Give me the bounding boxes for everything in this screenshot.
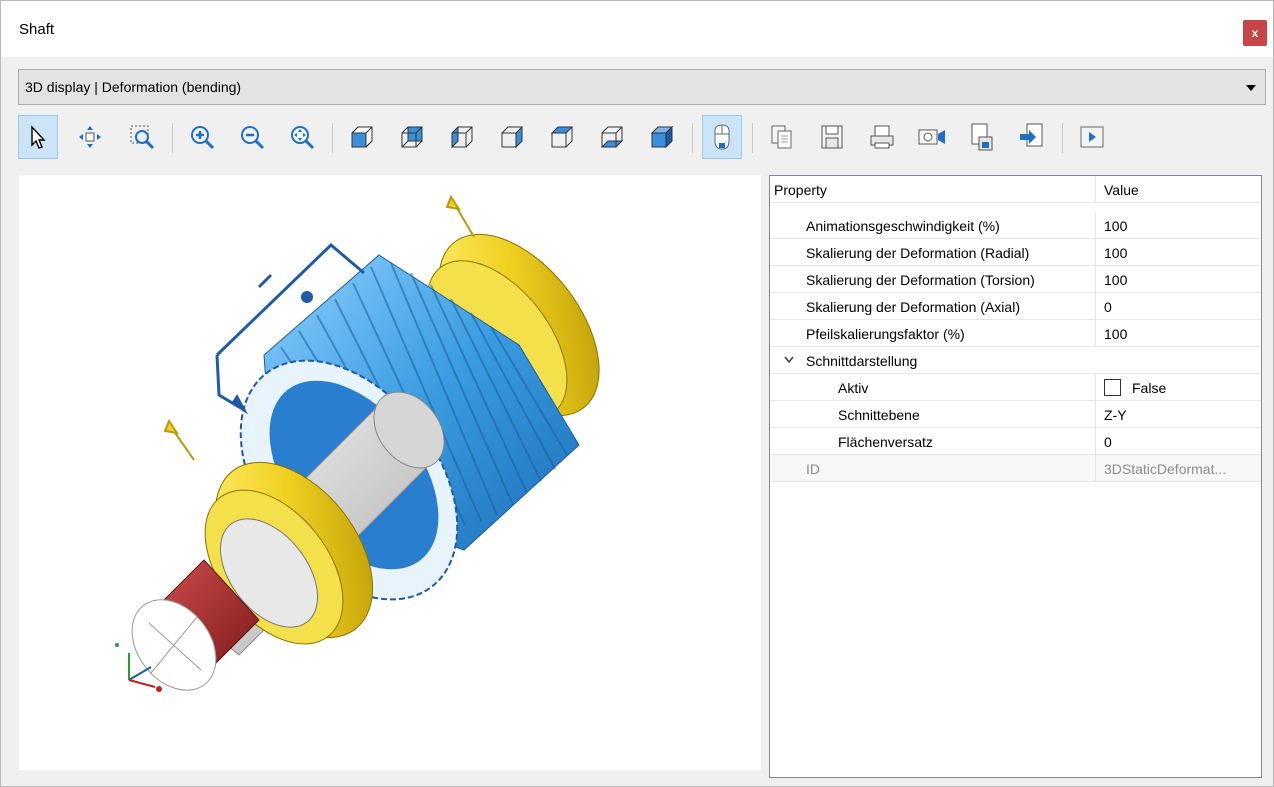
property-value: 3DStaticDeformat... <box>1104 461 1227 477</box>
view-right-button[interactable] <box>492 115 532 159</box>
property-value[interactable]: 0 <box>1104 299 1112 315</box>
aktiv-checkbox[interactable] <box>1104 379 1121 396</box>
view-cube-front-icon <box>351 126 373 148</box>
chevron-down-icon[interactable] <box>784 356 794 364</box>
view-cube-left-icon <box>451 125 473 149</box>
view-cube-iso-icon <box>650 125 674 149</box>
save-icon <box>821 125 843 149</box>
play-button[interactable] <box>1072 115 1112 159</box>
video-record-icon <box>918 129 945 145</box>
property-grid-header: Property Value <box>770 176 1261 203</box>
export-icon <box>971 123 993 151</box>
property-row[interactable]: Pfeilskalierungsfaktor (%) 100 <box>770 320 1261 347</box>
property-row[interactable]: Skalierung der Deformation (Radial) 100 <box>770 239 1261 266</box>
toolbar-separator <box>332 123 333 153</box>
property-name: Skalierung der Deformation (Torsion) <box>806 272 1035 288</box>
view-cube-bottom-icon <box>600 126 624 148</box>
close-button[interactable]: x <box>1243 20 1267 46</box>
property-row[interactable]: Flächenversatz 0 <box>770 428 1261 455</box>
property-group-name: Schnittdarstellung <box>806 353 918 369</box>
display-mode-select[interactable]: 3D display | Deformation (bending) <box>18 69 1266 105</box>
property-value: False <box>1132 380 1167 396</box>
column-header-property: Property <box>774 182 827 198</box>
view-bottom-button[interactable] <box>592 115 632 159</box>
copy-button[interactable] <box>762 115 802 159</box>
property-value[interactable]: 100 <box>1104 272 1127 288</box>
view-left-button[interactable] <box>442 115 482 159</box>
zoom-window-icon <box>130 125 155 150</box>
property-name: Pfeilskalierungsfaktor (%) <box>806 326 965 342</box>
property-row-id[interactable]: ID 3DStaticDeformat... <box>770 455 1261 482</box>
toolbar <box>18 115 1108 161</box>
video-record-button[interactable] <box>912 115 952 159</box>
zoom-in-button[interactable] <box>182 115 222 159</box>
mouse-mode-button[interactable] <box>702 115 742 159</box>
view-iso-button[interactable] <box>642 115 682 159</box>
property-value[interactable]: 100 <box>1104 218 1127 234</box>
property-name: Aktiv <box>838 380 869 396</box>
view-front-button[interactable] <box>342 115 382 159</box>
play-icon <box>1080 126 1104 148</box>
print-button[interactable] <box>862 115 902 159</box>
zoom-window-button[interactable] <box>122 115 162 159</box>
view-top-button[interactable] <box>542 115 582 159</box>
export-button[interactable] <box>962 115 1002 159</box>
dropdown-arrow-icon <box>1246 85 1256 91</box>
pan-icon <box>79 126 101 148</box>
property-name: Flächenversatz <box>838 434 933 450</box>
toolbar-separator <box>692 123 693 153</box>
property-name: ID <box>806 461 820 477</box>
view-back-button[interactable] <box>392 115 432 159</box>
property-value[interactable]: 100 <box>1104 245 1127 261</box>
window-title: Shaft <box>19 21 55 38</box>
toolbar-separator <box>752 123 753 153</box>
zoom-in-icon <box>191 126 215 150</box>
select-cursor-button[interactable] <box>18 115 58 159</box>
property-name: Schnittebene <box>838 407 920 423</box>
view-cube-right-icon <box>501 125 523 149</box>
save-button[interactable] <box>812 115 852 159</box>
property-row[interactable]: Schnittebene Z-Y <box>770 401 1261 428</box>
display-mode-value: 3D display | Deformation (bending) <box>25 79 242 95</box>
property-group-schnittdarstellung[interactable]: Schnittdarstellung <box>770 347 1261 374</box>
title-bar: Shaft x <box>1 1 1273 57</box>
3d-viewport[interactable] <box>19 175 761 770</box>
property-row[interactable]: Aktiv False <box>770 374 1261 401</box>
view-cube-top-icon <box>550 126 574 148</box>
zoom-out-button[interactable] <box>232 115 272 159</box>
copy-icon <box>771 125 792 149</box>
shaft-window: Shaft x 3D display | Deformation (bendin… <box>0 0 1274 787</box>
property-row[interactable]: Skalierung der Deformation (Axial) 0 <box>770 293 1261 320</box>
select-cursor-icon <box>31 125 46 149</box>
property-value[interactable]: Z-Y <box>1104 407 1127 423</box>
property-value[interactable]: 100 <box>1104 326 1127 342</box>
print-icon <box>870 125 894 149</box>
property-name: Skalierung der Deformation (Radial) <box>806 245 1030 261</box>
shaft-3d-model <box>115 194 600 692</box>
zoom-out-icon <box>241 126 265 150</box>
import-icon <box>1020 123 1043 147</box>
zoom-extents-icon <box>291 126 315 150</box>
import-button[interactable] <box>1012 115 1052 159</box>
property-value[interactable]: 0 <box>1104 434 1112 450</box>
pan-button[interactable] <box>70 115 110 159</box>
column-header-value: Value <box>1104 182 1139 198</box>
zoom-extents-button[interactable] <box>282 115 322 159</box>
toolbar-separator <box>172 123 173 153</box>
property-name: Skalierung der Deformation (Axial) <box>806 299 1020 315</box>
mouse-mode-icon <box>714 124 730 150</box>
property-name: Animationsgeschwindigkeit (%) <box>806 218 1000 234</box>
toolbar-separator <box>1062 123 1063 153</box>
property-row[interactable]: Animationsgeschwindigkeit (%) 100 <box>770 212 1261 239</box>
view-cube-back-icon <box>401 126 423 148</box>
property-row[interactable]: Skalierung der Deformation (Torsion) 100 <box>770 266 1261 293</box>
property-grid: Property Value Animationsgeschwindigkeit… <box>769 175 1262 778</box>
